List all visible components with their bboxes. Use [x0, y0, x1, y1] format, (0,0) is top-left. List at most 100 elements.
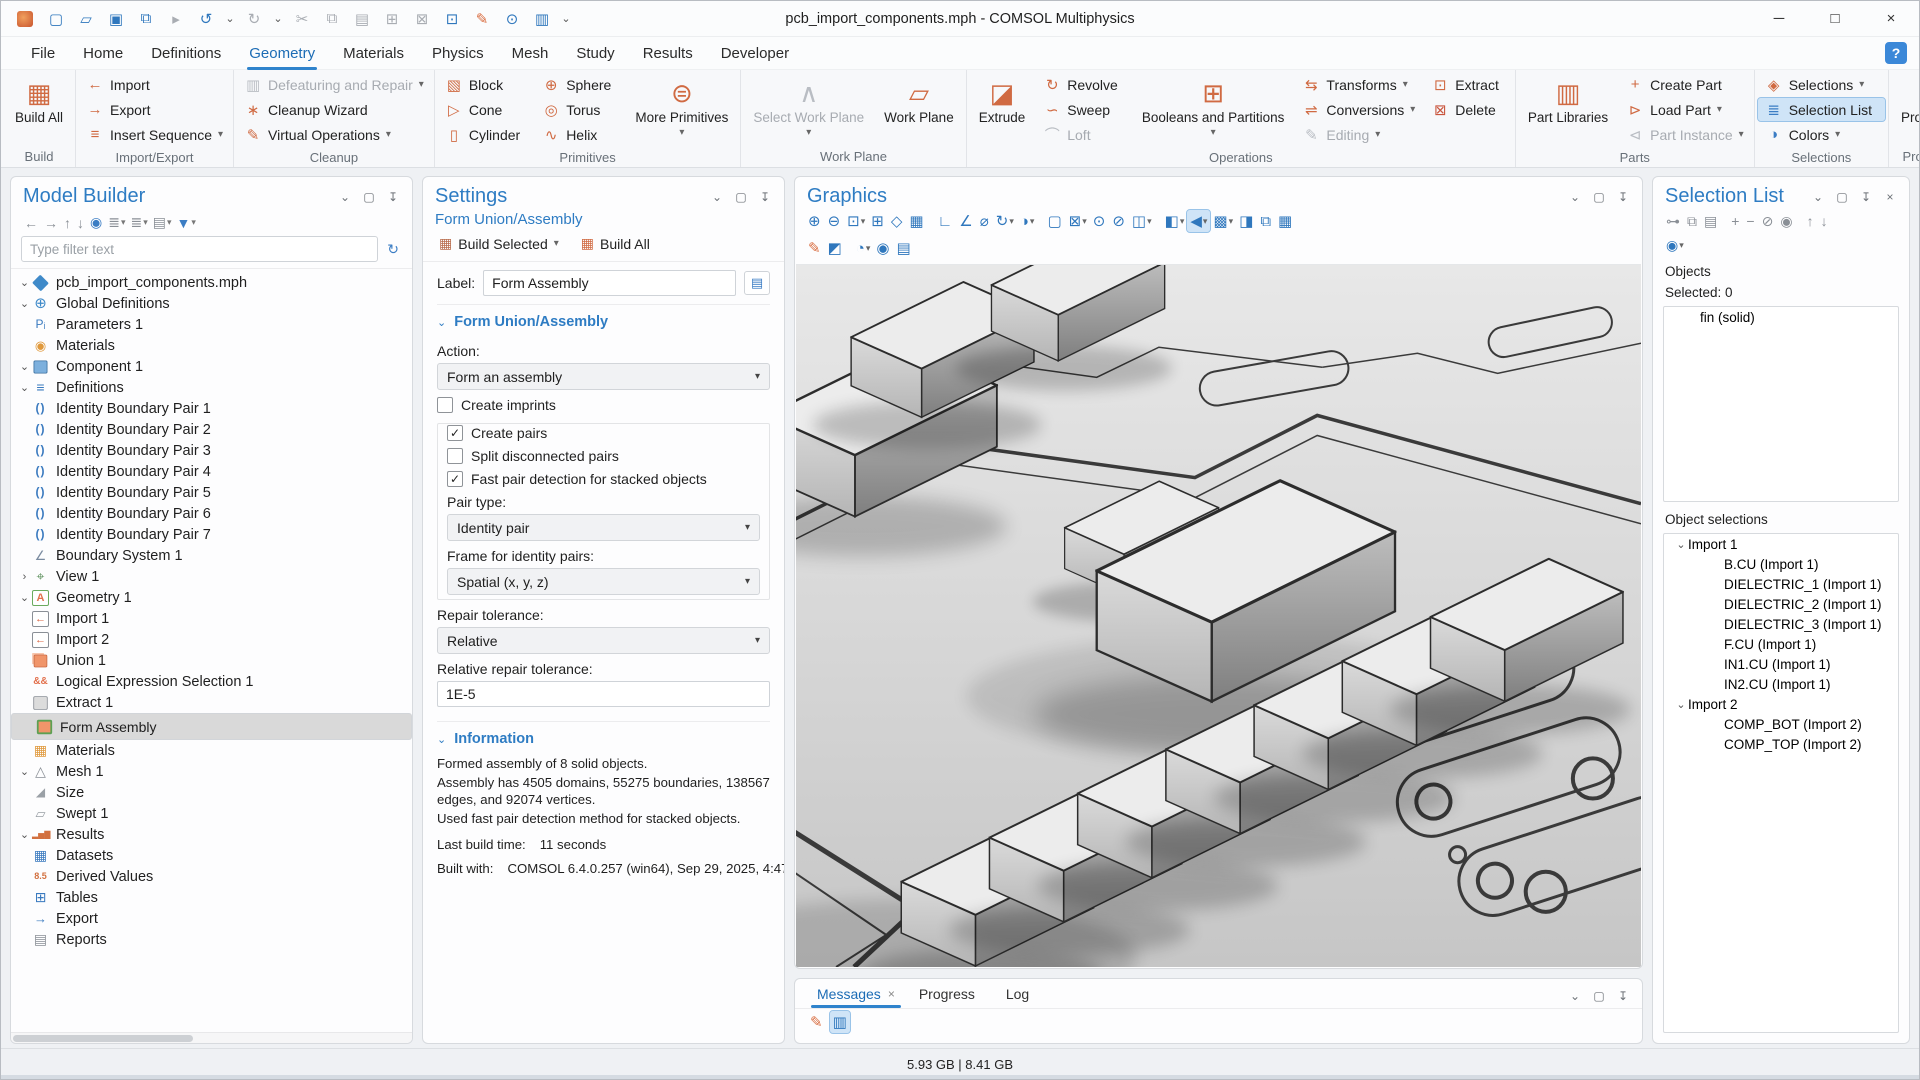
loft-button[interactable]: ⌒ Loft: [1036, 123, 1131, 146]
more-primitives-button[interactable]: ⊜ More Primitives ▾: [626, 73, 737, 145]
menu-item[interactable]: Study: [562, 40, 628, 67]
help-icon[interactable]: ?: [1885, 42, 1907, 64]
measure-length-icon[interactable]: ∟: [935, 210, 957, 232]
menu-item[interactable]: Materials: [329, 40, 418, 67]
move-up-icon[interactable]: ↑: [61, 214, 72, 232]
tree-expander[interactable]: ⌄: [17, 360, 32, 373]
go-to-default-view-icon[interactable]: ◇: [888, 210, 907, 232]
selection-list-item[interactable]: IN2.CU (Import 1): [1664, 674, 1898, 694]
delete-button[interactable]: ⊠ Delete: [1424, 98, 1512, 121]
move-down-icon[interactable]: ↓: [74, 214, 85, 232]
tree-item[interactable]: Extract 1: [11, 692, 412, 713]
selection-color-icon[interactable]: ✎: [805, 237, 825, 259]
pin-panel-icon[interactable]: ↧: [1616, 989, 1630, 1003]
collapse-panel-icon[interactable]: ⌄: [1811, 190, 1825, 204]
new-file-icon[interactable]: ▢: [43, 7, 69, 31]
tree-item[interactable]: ⌄ Definitions: [11, 377, 412, 398]
selection-list-item[interactable]: COMP_TOP (Import 2): [1664, 734, 1898, 754]
minimize-button[interactable]: ─: [1751, 1, 1807, 36]
collapse-panel-icon[interactable]: ⌄: [710, 190, 724, 204]
tree-item[interactable]: › View 1: [11, 566, 412, 587]
filter-icon[interactable]: ▼▾: [174, 214, 196, 232]
open-table-icon[interactable]: ▥: [830, 1011, 850, 1033]
close-panel-icon[interactable]: ×: [1883, 190, 1897, 204]
selection-list-item[interactable]: DIELECTRIC_2 (Import 1): [1664, 594, 1898, 614]
selection-list-item[interactable]: B.CU (Import 1): [1664, 554, 1898, 574]
tree-item[interactable]: Parameters 1: [11, 314, 412, 335]
part-instance-button[interactable]: ⊲ Part Instance ▾: [1619, 123, 1751, 146]
tree-item[interactable]: ⌄ Mesh 1: [11, 761, 412, 782]
messages-tab[interactable]: Messages ×: [807, 983, 905, 1008]
action-select[interactable]: Form an assembly▾: [437, 363, 770, 390]
horizontal-scrollbar[interactable]: [11, 1032, 412, 1043]
print-icon[interactable]: ▤: [893, 237, 914, 259]
fast-pair-detection-checkbox[interactable]: ✓ Fast pair detection for stacked object…: [447, 471, 760, 487]
tree-item[interactable]: Derived Values: [11, 866, 412, 887]
rotate-view-icon[interactable]: ↻▾: [993, 210, 1017, 232]
maximize-button[interactable]: □: [1807, 1, 1863, 36]
zoom-selected-icon[interactable]: ⊙: [1090, 210, 1110, 232]
selection-list-item[interactable]: COMP_BOT (Import 2): [1664, 714, 1898, 734]
tree-expander[interactable]: ⌄: [1674, 698, 1688, 711]
section-information[interactable]: ⌄ Information: [437, 721, 770, 753]
label-input[interactable]: Form Assembly: [483, 270, 736, 296]
collapse-all-icon[interactable]: ≣▾: [105, 213, 125, 232]
selection-list-item[interactable]: ⌄ Import 1: [1664, 534, 1898, 554]
tree-item[interactable]: Import 2: [11, 629, 412, 650]
work-plane-button[interactable]: ▱ Work Plane: [875, 73, 963, 145]
tree-item[interactable]: Identity Boundary Pair 5: [11, 482, 412, 503]
tree-item[interactable]: ⌄ pcb_import_components.mph: [11, 272, 412, 293]
menu-item[interactable]: Results: [629, 40, 707, 67]
zoom-in-icon[interactable]: ⊕: [805, 210, 825, 232]
hide-icon[interactable]: ⊘: [1759, 210, 1778, 232]
graphics-canvas[interactable]: [796, 264, 1641, 967]
pair-type-select[interactable]: Identity pair▾: [447, 514, 760, 541]
menu-item[interactable]: Developer: [707, 40, 803, 67]
relative-repair-tolerance-input[interactable]: 1E-5: [437, 681, 770, 707]
collapse-panel-icon[interactable]: ⌄: [1568, 190, 1582, 204]
menu-item[interactable]: Mesh: [498, 40, 563, 67]
tree-expander[interactable]: ⌄: [17, 381, 32, 394]
node-label-icon[interactable]: ▤▾: [150, 213, 172, 232]
pin-panel-icon[interactable]: ↧: [1859, 190, 1873, 204]
undo-caret-icon[interactable]: ⌄: [223, 7, 237, 31]
scene-light-icon[interactable]: ◀▾: [1187, 210, 1210, 232]
tree-item[interactable]: Identity Boundary Pair 1: [11, 398, 412, 419]
cleanup-wizard-button[interactable]: ∗ Cleanup Wizard: [237, 98, 431, 121]
duplicate-icon[interactable]: ⊞: [379, 7, 405, 31]
editing-button[interactable]: ✎ Editing ▾: [1295, 123, 1422, 146]
tree-item[interactable]: Form Assembly: [11, 713, 412, 740]
cylinder-button[interactable]: ▯ Cylinder: [438, 123, 533, 146]
environment-icon[interactable]: ◔▾: [853, 237, 874, 259]
measure-diameter-icon[interactable]: ⌀: [977, 210, 993, 232]
clear-brush-icon[interactable]: ✎: [469, 7, 495, 31]
label-settings-icon[interactable]: ▤: [744, 271, 770, 295]
delete-icon[interactable]: ⊠: [409, 7, 435, 31]
close-button[interactable]: ×: [1863, 1, 1919, 36]
build-all-button[interactable]: ▦ Build All: [6, 73, 72, 145]
show-icon[interactable]: ◉: [87, 213, 103, 232]
show-grid-icon[interactable]: ▦: [906, 210, 927, 232]
collapse-panel-icon[interactable]: ⌄: [338, 190, 352, 204]
export-button[interactable]: → Export: [79, 98, 230, 121]
menu-item[interactable]: Physics: [418, 40, 498, 67]
appearance-icon[interactable]: ◑▾: [1017, 210, 1038, 232]
measure-angle-icon[interactable]: ∠: [956, 210, 976, 232]
find-icon[interactable]: ⊙: [499, 7, 525, 31]
wireframe-icon[interactable]: ◨: [1236, 210, 1257, 232]
conversions-button[interactable]: ⇌ Conversions ▾: [1295, 98, 1422, 121]
paste-selection-icon[interactable]: ▤: [1701, 210, 1721, 232]
sweep-button[interactable]: ∽ Sweep: [1036, 98, 1131, 121]
build-all-button[interactable]: ▦ Build All: [577, 233, 654, 254]
save-as-icon[interactable]: ⧉: [133, 7, 159, 31]
cut-icon[interactable]: ✂: [289, 7, 315, 31]
tree-item[interactable]: Logical Expression Selection 1: [11, 671, 412, 692]
tree-item[interactable]: Datasets: [11, 845, 412, 866]
tree-item[interactable]: Boundary System 1: [11, 545, 412, 566]
transparency-icon[interactable]: ▩▾: [1210, 210, 1236, 232]
defeaturing-repair-button[interactable]: ▥ Defeaturing and Repair ▾: [237, 73, 431, 96]
tree-filter-input[interactable]: Type filter text: [21, 236, 378, 262]
build-selected-button[interactable]: ▦ Build Selected ▾: [435, 233, 563, 254]
menu-item[interactable]: Definitions: [137, 40, 235, 67]
orthographic-icon[interactable]: ⧉: [1257, 210, 1275, 232]
